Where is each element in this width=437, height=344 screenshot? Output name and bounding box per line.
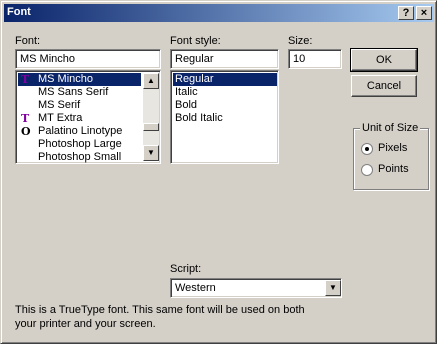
font-style-item[interactable]: Regular (173, 73, 277, 86)
font-list-item-label: Palatino Linotype (38, 125, 123, 137)
radio-dot (365, 147, 369, 151)
font-dialog: Font ? × Font: MS Mincho T MS Mincho MS Sa… (0, 0, 437, 344)
size-value: 10 (293, 53, 306, 65)
font-style-input[interactable]: Regular (170, 49, 279, 69)
font-list-scrollbar[interactable]: ▲ ▼ (143, 73, 159, 161)
opentype-icon: O (21, 125, 31, 138)
font-list-item[interactable]: T MS Mincho (18, 73, 141, 86)
font-style-label: Font style: (170, 35, 221, 47)
font-list-item-label: MT Extra (38, 112, 83, 124)
font-list-item[interactable]: MS Sans Serif (18, 86, 141, 99)
font-list[interactable]: T MS Mincho MS Sans Serif MS Serif T MT Extra… (15, 70, 161, 164)
font-style-item[interactable]: Bold (173, 99, 277, 112)
font-label: Font: (15, 35, 41, 47)
font-name-input[interactable]: MS Mincho (15, 49, 161, 69)
font-name-value: MS Mincho (20, 53, 76, 65)
points-radio[interactable] (361, 164, 373, 176)
dialog-title: Font (7, 6, 31, 18)
help-button[interactable]: ? (398, 6, 414, 20)
script-select[interactable]: Western ▼ (170, 278, 342, 298)
truetype-icon: T (21, 73, 30, 86)
unit-of-size-label: Unit of Size (360, 122, 421, 134)
font-style-value: Regular (175, 53, 214, 65)
font-style-item[interactable]: Italic (173, 86, 277, 99)
ok-button[interactable]: OK (350, 48, 418, 72)
chevron-down-icon[interactable]: ▼ (325, 280, 341, 296)
font-list-item[interactable]: O Palatino Linotype (18, 125, 141, 138)
script-label: Script: (170, 263, 202, 275)
close-button[interactable]: × (416, 6, 432, 20)
title-bar[interactable]: Font ? × (4, 4, 434, 22)
font-list-item[interactable]: Photoshop Large (18, 138, 141, 151)
size-input[interactable]: 10 (288, 49, 342, 69)
font-description: This is a TrueType font. This same font … (15, 304, 305, 330)
pixels-radio-label[interactable]: Pixels (378, 142, 407, 154)
scroll-thumb[interactable] (143, 123, 159, 131)
cancel-button[interactable]: Cancel (351, 75, 417, 97)
size-label: Size: (288, 35, 313, 47)
font-style-item[interactable]: Bold Italic (173, 112, 277, 125)
font-list-item[interactable]: MS Serif (18, 99, 141, 112)
script-value: Western (175, 282, 216, 294)
pixels-radio[interactable] (361, 143, 373, 155)
scroll-down-button[interactable]: ▼ (143, 145, 159, 161)
unit-of-size-group (353, 128, 429, 190)
font-list-item-label: Photoshop Large (38, 138, 122, 150)
truetype-icon: T (21, 112, 30, 125)
font-list-item[interactable]: T MT Extra (18, 112, 141, 125)
font-list-item-label: MS Serif (38, 99, 81, 111)
scroll-up-button[interactable]: ▲ (143, 73, 159, 89)
font-style-list[interactable]: Regular Italic Bold Bold Italic (170, 70, 279, 164)
points-radio-label[interactable]: Points (378, 163, 409, 175)
font-list-item-label: MS Sans Serif (38, 86, 109, 98)
font-list-item-label: MS Mincho (38, 73, 94, 85)
font-list-item[interactable]: Photoshop Small (18, 151, 141, 164)
font-list-item-label: Photoshop Small (38, 151, 122, 163)
